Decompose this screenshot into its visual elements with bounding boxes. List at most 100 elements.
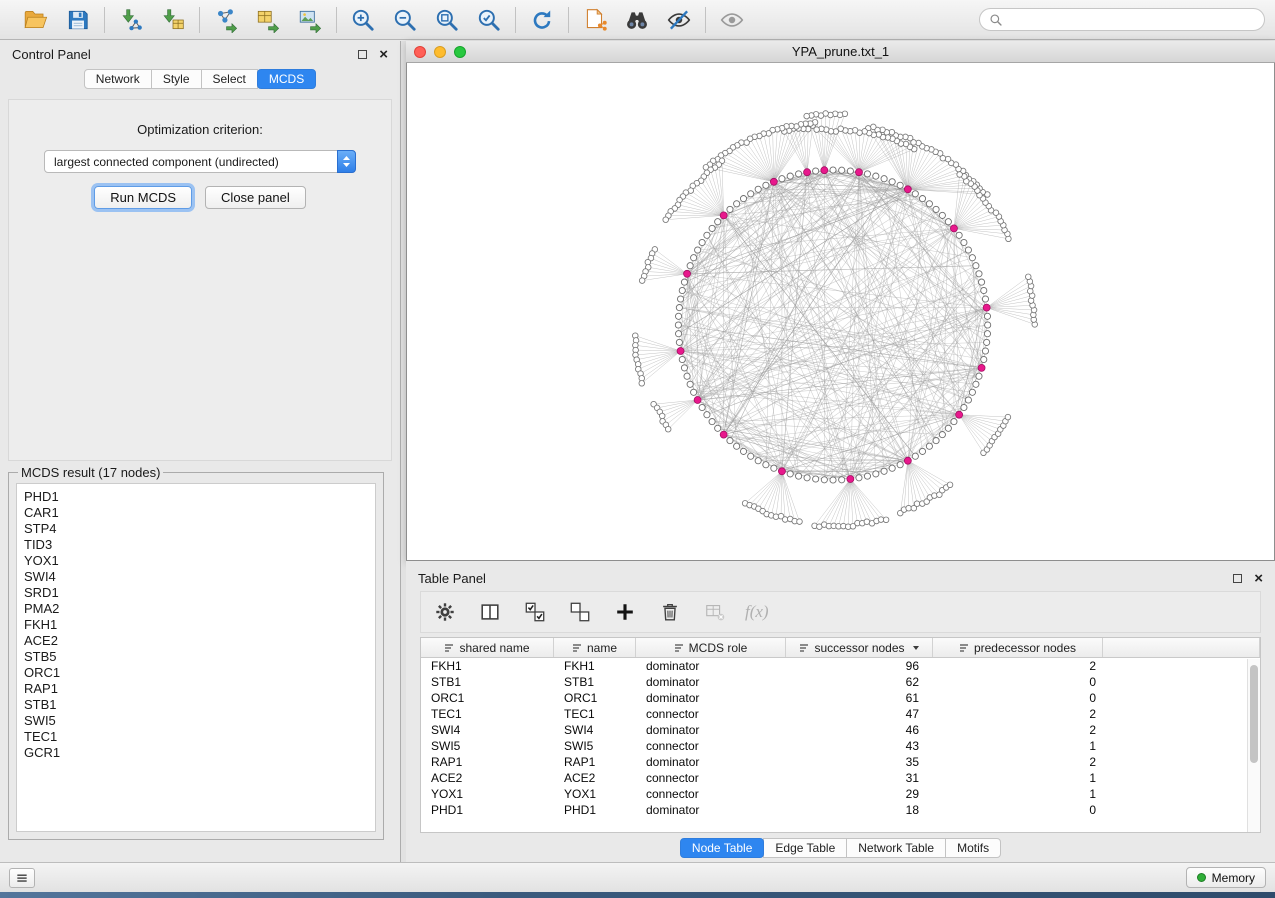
cell-successor-nodes[interactable]: 62	[786, 675, 933, 689]
mcds-result-item[interactable]: GCR1	[24, 745, 368, 761]
tab-motifs[interactable]: Motifs	[945, 838, 1001, 858]
mcds-result-item[interactable]: STP4	[24, 521, 368, 537]
mcds-result-item[interactable]: PMA2	[24, 601, 368, 617]
cell-shared-name[interactable]: PHD1	[421, 803, 554, 817]
cell-successor-nodes[interactable]: 29	[786, 787, 933, 801]
mcds-result-item[interactable]: STB5	[24, 649, 368, 665]
cell-successor-nodes[interactable]: 43	[786, 739, 933, 753]
column-header-shared-name[interactable]: shared name	[421, 638, 554, 657]
save-button[interactable]	[61, 4, 95, 36]
cell-shared-name[interactable]: SWI5	[421, 739, 554, 753]
zoom-selected-button[interactable]	[472, 4, 506, 36]
criterion-dropdown[interactable]: largest connected component (undirected)	[44, 150, 356, 173]
table-row[interactable]: SWI4SWI4dominator462	[421, 722, 1260, 738]
open-folder-button[interactable]	[19, 4, 53, 36]
tab-node-table[interactable]: Node Table	[680, 838, 765, 858]
mcds-result-item[interactable]: ORC1	[24, 665, 368, 681]
cell-mcds-role[interactable]: dominator	[636, 675, 786, 689]
delete-button[interactable]	[656, 598, 684, 626]
cell-shared-name[interactable]: RAP1	[421, 755, 554, 769]
export-network-button[interactable]	[209, 4, 243, 36]
tab-network-table[interactable]: Network Table	[846, 838, 946, 858]
table-row[interactable]: TEC1TEC1connector472	[421, 706, 1260, 722]
close-table-panel-icon[interactable]: ×	[1254, 571, 1263, 586]
close-window-icon[interactable]	[414, 46, 426, 58]
cell-predecessor-nodes[interactable]: 2	[933, 723, 1103, 737]
cell-shared-name[interactable]: FKH1	[421, 659, 554, 673]
cell-shared-name[interactable]: ORC1	[421, 691, 554, 705]
table-row[interactable]: STB1STB1dominator620	[421, 674, 1260, 690]
mcds-result-item[interactable]: YOX1	[24, 553, 368, 569]
network-canvas[interactable]	[406, 63, 1275, 561]
table-row[interactable]: FKH1FKH1dominator962	[421, 658, 1260, 674]
table-scrollbar[interactable]	[1247, 659, 1260, 832]
tab-edge-table[interactable]: Edge Table	[763, 838, 847, 858]
zoom-out-button[interactable]	[388, 4, 422, 36]
cell-mcds-role[interactable]: dominator	[636, 659, 786, 673]
cell-shared-name[interactable]: YOX1	[421, 787, 554, 801]
cell-name[interactable]: ACE2	[554, 771, 636, 785]
tab-style[interactable]: Style	[151, 69, 202, 89]
mcds-result-item[interactable]: STB1	[24, 697, 368, 713]
cell-mcds-role[interactable]: dominator	[636, 803, 786, 817]
cell-predecessor-nodes[interactable]: 1	[933, 771, 1103, 785]
import-network-button[interactable]	[114, 4, 148, 36]
mcds-result-item[interactable]: SWI5	[24, 713, 368, 729]
cell-name[interactable]: STB1	[554, 675, 636, 689]
table-row[interactable]: RAP1RAP1dominator352	[421, 754, 1260, 770]
cell-name[interactable]: SWI4	[554, 723, 636, 737]
cell-successor-nodes[interactable]: 96	[786, 659, 933, 673]
cell-name[interactable]: PHD1	[554, 803, 636, 817]
cell-mcds-role[interactable]: connector	[636, 771, 786, 785]
network-window-titlebar[interactable]: YPA_prune.txt_1	[406, 41, 1275, 63]
import-disabled-button[interactable]	[701, 598, 729, 626]
cell-predecessor-nodes[interactable]: 2	[933, 755, 1103, 769]
float-table-panel-icon[interactable]	[1233, 574, 1242, 583]
deselect-all-button[interactable]	[566, 598, 594, 626]
zoom-fit-button[interactable]	[430, 4, 464, 36]
mcds-result-item[interactable]: ACE2	[24, 633, 368, 649]
cell-shared-name[interactable]: SWI4	[421, 723, 554, 737]
memory-button[interactable]: Memory	[1186, 867, 1266, 888]
mcds-result-item[interactable]: RAP1	[24, 681, 368, 697]
mcds-result-item[interactable]: FKH1	[24, 617, 368, 633]
run-mcds-button[interactable]: Run MCDS	[94, 186, 192, 209]
float-panel-icon[interactable]	[358, 50, 367, 59]
eye-slash-button[interactable]	[662, 4, 696, 36]
cell-predecessor-nodes[interactable]: 1	[933, 787, 1103, 801]
cell-predecessor-nodes[interactable]: 1	[933, 739, 1103, 753]
refresh-button[interactable]	[525, 4, 559, 36]
cell-successor-nodes[interactable]: 46	[786, 723, 933, 737]
cell-successor-nodes[interactable]: 18	[786, 803, 933, 817]
cell-successor-nodes[interactable]: 31	[786, 771, 933, 785]
column-header-predecessor-nodes[interactable]: predecessor nodes	[933, 638, 1103, 657]
cell-name[interactable]: TEC1	[554, 707, 636, 721]
cell-predecessor-nodes[interactable]: 0	[933, 691, 1103, 705]
mcds-result-item[interactable]: CAR1	[24, 505, 368, 521]
network-graph[interactable]	[407, 63, 1274, 560]
cell-mcds-role[interactable]: connector	[636, 707, 786, 721]
cell-shared-name[interactable]: ACE2	[421, 771, 554, 785]
gear-button[interactable]	[431, 598, 459, 626]
column-header-mcds-role[interactable]: MCDS role	[636, 638, 786, 657]
tab-network[interactable]: Network	[84, 69, 152, 89]
minimize-window-icon[interactable]	[434, 46, 446, 58]
cell-predecessor-nodes[interactable]: 0	[933, 675, 1103, 689]
cell-name[interactable]: ORC1	[554, 691, 636, 705]
search-input[interactable]	[1009, 13, 1255, 27]
maximize-window-icon[interactable]	[454, 46, 466, 58]
cell-predecessor-nodes[interactable]: 0	[933, 803, 1103, 817]
tab-mcds[interactable]: MCDS	[257, 69, 316, 89]
cell-mcds-role[interactable]: connector	[636, 787, 786, 801]
search-box[interactable]	[979, 8, 1265, 31]
binoculars-button[interactable]	[620, 4, 654, 36]
cell-shared-name[interactable]: STB1	[421, 675, 554, 689]
column-header-name[interactable]: name	[554, 638, 636, 657]
table-row[interactable]: ACE2ACE2connector311	[421, 770, 1260, 786]
eye-disabled-button[interactable]	[715, 4, 749, 36]
mcds-result-item[interactable]: PHD1	[24, 489, 368, 505]
close-panel-button[interactable]: Close panel	[205, 186, 306, 209]
function-builder-icon[interactable]: f(x)	[745, 602, 769, 622]
tab-select[interactable]: Select	[201, 69, 258, 89]
table-row[interactable]: PHD1PHD1dominator180	[421, 802, 1260, 818]
